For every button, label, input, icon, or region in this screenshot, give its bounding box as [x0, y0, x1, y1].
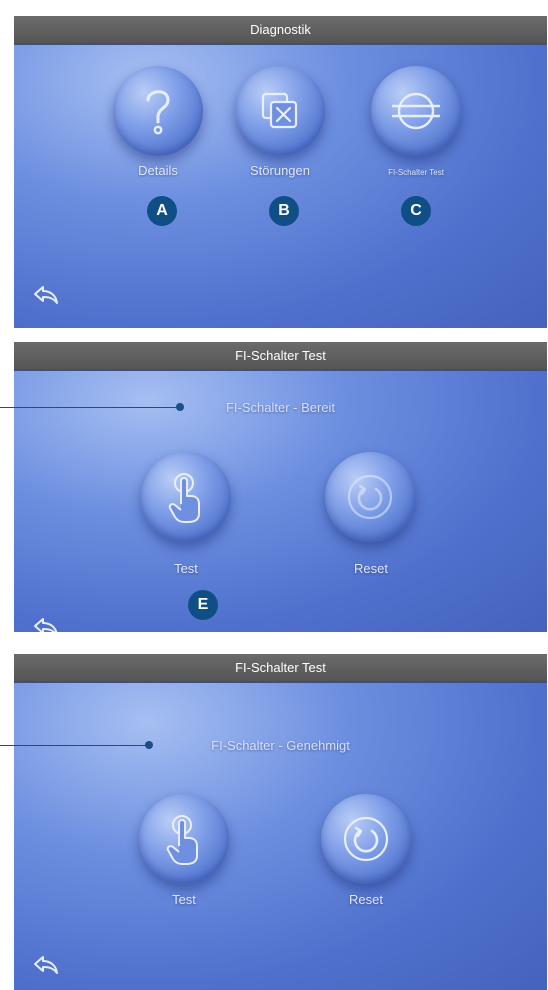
status-text: FI-Schalter - Genehmigt [211, 738, 350, 753]
marker-e: E [188, 590, 218, 620]
test-button[interactable] [141, 452, 231, 542]
test-label: Test [174, 561, 198, 576]
reset-circle-icon [343, 816, 389, 862]
details-button[interactable] [113, 66, 203, 156]
test-label: Test [172, 892, 196, 907]
diagnostics-screen: Diagnostik Details A Störungen B FI-Scha… [14, 16, 547, 328]
gfci-approved-screen: FI-Schalter Test FI-Schalter - Genehmigt… [14, 654, 547, 990]
gfci-ready-screen: FI-Schalter Test FI-Schalter - Bereit Te… [14, 342, 547, 632]
fault-box-icon [261, 92, 298, 129]
hand-touch-icon [166, 815, 198, 865]
back-arrow-icon[interactable] [32, 954, 60, 976]
reset-circle-icon [347, 474, 393, 520]
faults-label: Störungen [250, 163, 310, 178]
reset-label: Reset [349, 892, 383, 907]
reset-button[interactable] [325, 452, 415, 542]
hand-touch-icon [168, 473, 200, 523]
screen-title: Diagnostik [14, 16, 547, 45]
reset-button[interactable] [321, 794, 411, 884]
screen-title: FI-Schalter Test [14, 342, 547, 371]
gfci-circle-icon [392, 92, 440, 130]
reset-label: Reset [354, 561, 388, 576]
back-arrow-icon[interactable] [32, 284, 60, 306]
question-mark-icon [146, 90, 170, 135]
marker-c: C [401, 196, 431, 226]
back-arrow-icon[interactable] [32, 616, 60, 632]
marker-b: B [269, 196, 299, 226]
test-button[interactable] [139, 794, 229, 884]
screen-title: FI-Schalter Test [14, 654, 547, 683]
gfci-test-button[interactable] [371, 66, 461, 156]
status-text: FI-Schalter - Bereit [225, 400, 336, 415]
faults-button[interactable] [235, 66, 325, 156]
gfci-test-label: FI-Schalter Test [388, 168, 444, 177]
details-label: Details [138, 163, 178, 178]
marker-a: A [147, 196, 177, 226]
callout-line [0, 745, 16, 746]
